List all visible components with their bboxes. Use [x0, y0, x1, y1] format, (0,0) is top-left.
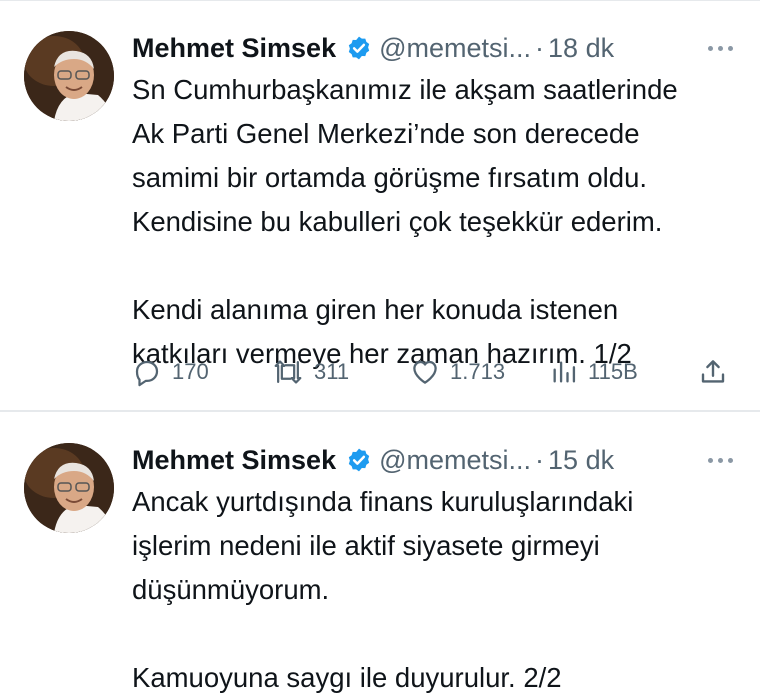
tweet-time[interactable]: 18 dk: [548, 33, 614, 64]
like-button[interactable]: 1.713: [410, 352, 505, 392]
text-line: Kamuoyuna saygı ile duyurulur. 2/2: [132, 662, 562, 693]
author-handle[interactable]: @memetsi...: [379, 33, 531, 64]
text-line: işlerim nedeni ile aktif siyasete girmey…: [132, 530, 600, 561]
share-icon: [701, 360, 725, 383]
share-button[interactable]: [698, 352, 728, 392]
avatar[interactable]: [24, 31, 114, 121]
reply-count: 170: [172, 359, 209, 384]
like-count: 1.713: [450, 359, 506, 384]
tweet-header: Mehmet Simsek @memetsi... · 15 dk: [132, 440, 742, 480]
text-line: samimi bir ortamda görüşme fırsatım oldu…: [132, 162, 648, 193]
text-line: Ak Parti Genel Merkezi’nde son derecede: [132, 118, 640, 149]
verified-badge-icon: [348, 448, 370, 472]
avatar-portrait: [24, 443, 114, 533]
view-count: 115B: [588, 359, 638, 384]
retweet-count: 311: [314, 359, 350, 384]
more-options-icon[interactable]: [700, 448, 740, 472]
retweet-button[interactable]: 311: [272, 352, 349, 392]
author-name[interactable]: Mehmet Simsek: [132, 33, 336, 64]
more-options-icon[interactable]: [700, 36, 740, 60]
tweet-divider: [0, 410, 760, 412]
text-line: Kendi alanıma giren her konuda istenen: [132, 294, 619, 325]
verified-badge-icon: [348, 36, 370, 60]
avatar[interactable]: [24, 443, 114, 533]
retweet-icon: [274, 360, 302, 384]
reply-button[interactable]: 170: [132, 352, 209, 392]
text-line: Kendisine bu kabulleri çok teşekkür eder…: [132, 206, 663, 237]
views-button[interactable]: 115B: [550, 352, 638, 392]
tweet-header: Mehmet Simsek @memetsi... · 18 dk: [132, 28, 742, 68]
author-handle[interactable]: @memetsi...: [379, 445, 531, 476]
views-chart-icon: [553, 361, 576, 383]
text-line: düşünmüyorum.: [132, 574, 330, 605]
separator-dot: ·: [535, 444, 545, 475]
text-line: Sn Cumhurbaşkanımız ile akşam saatlerind…: [132, 74, 678, 105]
reply-icon: [135, 360, 159, 387]
top-border: [0, 0, 760, 1]
tweet-actions: 170 311 1.713 115B: [132, 352, 742, 392]
separator-dot: ·: [535, 32, 545, 63]
tweet-time[interactable]: 15 dk: [548, 445, 614, 476]
tweet-text: Sn Cumhurbaşkanımız ile akşam saatlerind…: [132, 68, 747, 376]
author-name[interactable]: Mehmet Simsek: [132, 445, 336, 476]
avatar-portrait: [24, 31, 114, 121]
heart-icon: [413, 360, 437, 384]
tweet-text: Ancak yurtdışında finans kuruluşlarındak…: [132, 480, 747, 700]
text-line: Ancak yurtdışında finans kuruluşlarındak…: [132, 486, 634, 517]
